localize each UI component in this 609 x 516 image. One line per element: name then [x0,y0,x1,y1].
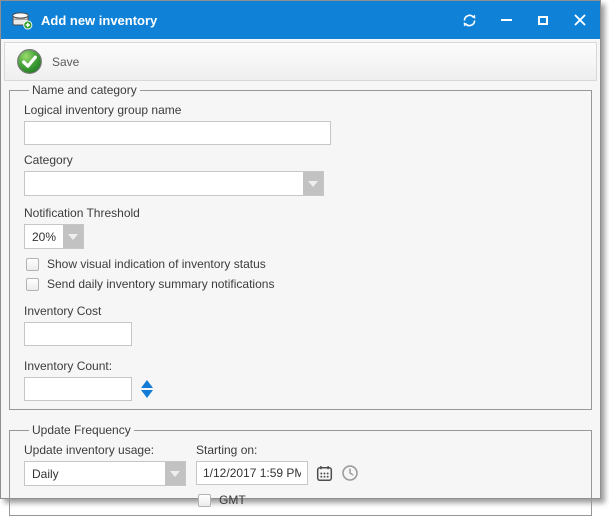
chevron-down-icon [68,234,78,240]
inventory-count-row [24,377,581,401]
category-dropdown-button[interactable] [303,172,323,195]
threshold-value: 20% [25,225,63,248]
update-usage-label: Update inventory usage: [24,443,186,457]
titlebar[interactable]: Add new inventory [1,1,600,39]
save-button[interactable]: Save [16,48,79,75]
save-label: Save [52,55,79,69]
toolbar: Save [4,42,597,81]
calendar-picker-button[interactable] [316,465,333,482]
usage-column: Update inventory usage: Daily [24,437,186,507]
chevron-down-icon [308,181,318,187]
time-picker-button[interactable] [341,464,359,482]
category-dropdown[interactable] [24,171,324,196]
daily-summary-checkbox[interactable] [26,278,39,291]
starting-date-input[interactable] [196,461,308,485]
starting-on-label: Starting on: [196,443,359,457]
threshold-label: Notification Threshold [24,206,581,220]
refresh-button[interactable] [461,12,477,28]
inventory-cost-label: Inventory Cost [24,304,581,318]
close-icon [574,14,586,26]
starting-date-row [196,461,359,485]
inventory-count-input[interactable] [24,377,132,401]
visual-indication-label: Show visual indication of inventory stat… [47,257,266,271]
visual-indication-checkbox[interactable] [26,258,39,271]
group-name-label: Logical inventory group name [24,103,581,117]
group-name-input[interactable] [24,121,331,145]
category-label: Category [24,153,581,167]
minimize-button[interactable] [498,12,514,28]
maximize-button[interactable] [535,12,551,28]
starting-column: Starting on: [196,437,359,507]
frequency-row: Update inventory usage: Daily Starting o… [24,437,581,507]
threshold-dropdown[interactable]: 20% [24,224,84,249]
gmt-checkbox[interactable] [198,494,211,507]
spinner-up-icon[interactable] [141,380,153,388]
threshold-dropdown-button[interactable] [63,225,83,248]
inventory-cost-input[interactable] [24,322,132,346]
update-frequency-group: Update Frequency Update inventory usage:… [9,423,592,516]
window-controls [461,12,588,28]
visual-indication-row: Show visual indication of inventory stat… [26,257,581,271]
category-value [25,172,303,195]
inventory-count-label: Inventory Count: [24,359,581,373]
add-new-inventory-dialog: Add new inventory [0,0,601,499]
count-spinner [141,380,153,398]
close-button[interactable] [572,12,588,28]
inventory-box-add-icon [11,10,33,30]
gmt-row: GMT [198,493,359,507]
maximize-icon [538,16,548,25]
name-category-legend: Name and category [29,83,140,97]
clock-icon [341,464,359,482]
spinner-down-icon[interactable] [141,390,153,398]
gmt-label: GMT [219,493,246,507]
daily-summary-label: Send daily inventory summary notificatio… [47,277,274,291]
daily-summary-row: Send daily inventory summary notificatio… [26,277,581,291]
save-check-icon [16,48,43,75]
window-title: Add new inventory [41,13,461,28]
calendar-icon [316,465,333,482]
update-usage-value: Daily [25,462,165,485]
usage-dropdown-button[interactable] [165,462,185,485]
minimize-icon [501,19,512,21]
update-frequency-legend: Update Frequency [29,423,134,437]
update-usage-dropdown[interactable]: Daily [24,461,186,486]
refresh-icon [462,13,477,28]
name-category-group: Name and category Logical inventory grou… [9,83,592,410]
chevron-down-icon [170,471,180,477]
